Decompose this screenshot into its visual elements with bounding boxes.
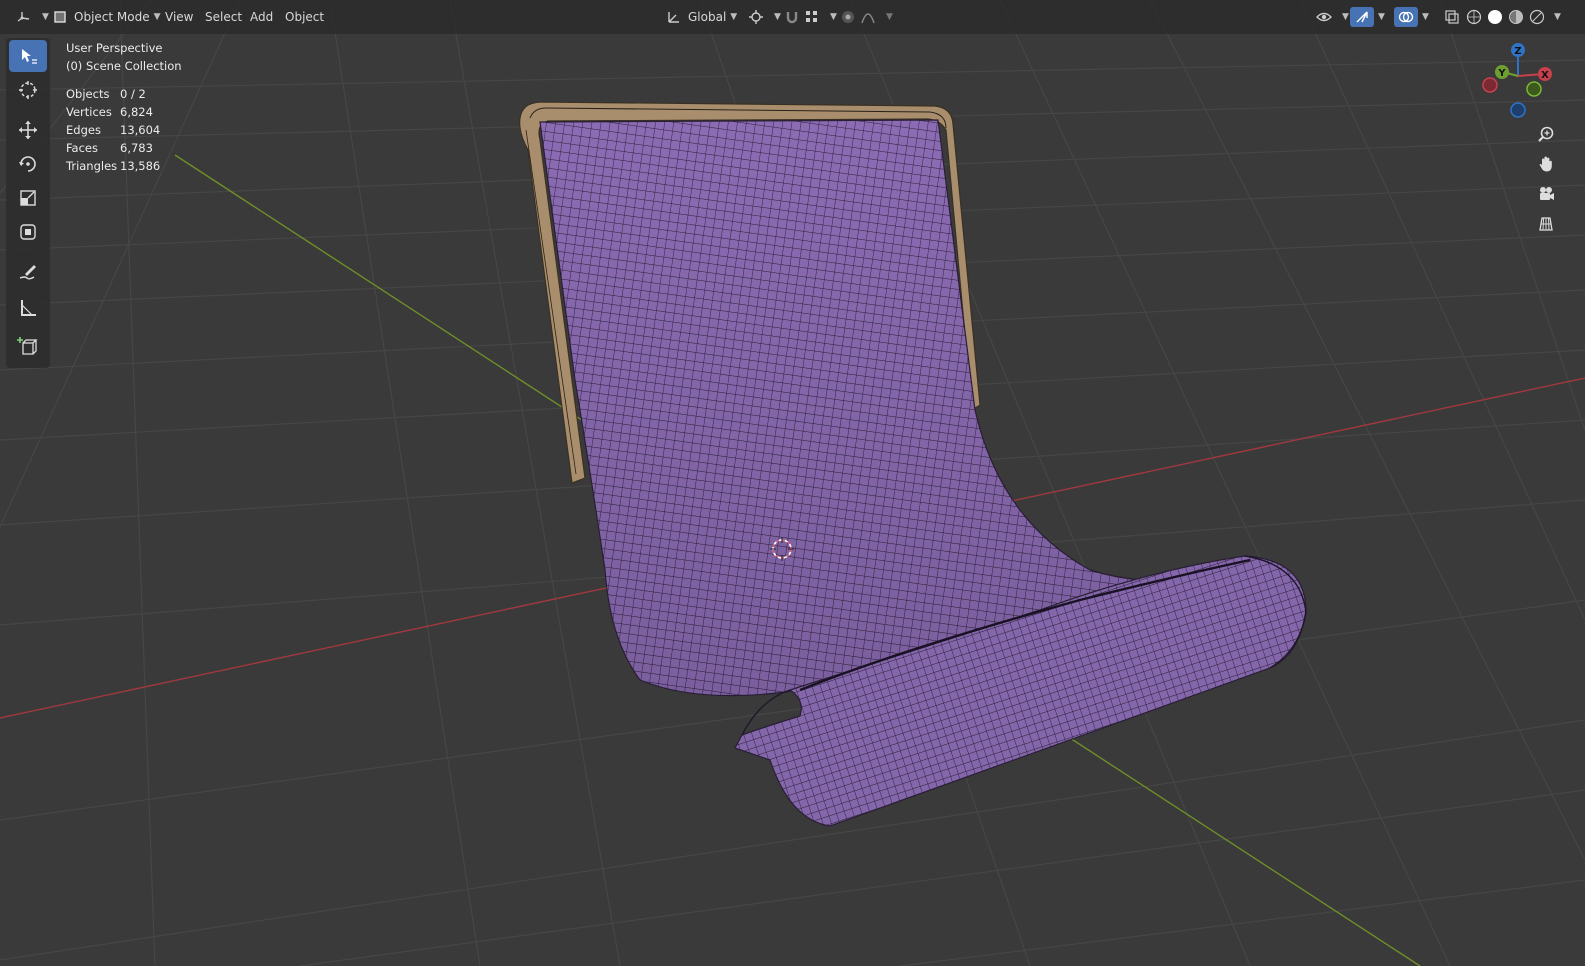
scale-icon [20,190,36,206]
move-icon [19,121,37,139]
add-cube-icon [17,337,38,355]
eye-visibility-icon [1316,12,1332,22]
stat-label: Objects [66,87,110,101]
chevron-down-icon: ▼ [1378,12,1385,22]
orthographic-toggle-button[interactable] [1531,210,1561,238]
falloff-dropdown[interactable]: ▼ [856,7,897,27]
transform-tool[interactable] [9,216,47,248]
proportional-editing-icon [842,11,854,23]
overlay-dropdown[interactable]: ▼ [1418,7,1429,27]
stat-row-edges: Edges 13,604 [66,121,182,139]
3d-viewport[interactable] [0,0,1585,966]
stat-value: 13,586 [120,159,161,173]
mode-dropdown[interactable]: Object Mode ▼ [48,7,165,27]
stat-row-triangles: Triangles 13,586 [66,157,182,175]
stat-row-faces: Faces 6,783 [66,139,182,157]
select-box-icon [22,49,37,64]
viewport-info-overlay: User Perspective (0) Scene Collection Ob… [66,39,182,175]
neg-z-axis-handle[interactable] [1510,102,1526,118]
viewport-canvas[interactable] [0,0,1585,966]
stat-label: Faces [66,141,98,155]
rotate-tool[interactable] [9,148,47,180]
overlay-toggle[interactable] [1394,7,1418,27]
stat-row-vertices: Vertices 6,824 [66,103,182,121]
orientation-label: Global [688,10,727,24]
3d-viewport-icon [17,12,30,22]
menu-add[interactable]: Add [243,7,280,27]
falloff-curve-icon [861,13,875,24]
stat-label: Vertices [66,105,112,119]
solid-shading-icon[interactable] [1487,9,1503,25]
stat-label: Triangles [66,159,118,173]
cursor-icon [19,81,37,99]
stat-value: 13,604 [120,123,161,137]
editor-type-selector[interactable]: ▼ [12,7,53,27]
camera-view-icon [1540,187,1554,200]
viewport-header: ▼ Object Mode ▼ View Select Add Object G… [0,0,1585,34]
overlay-icon [1398,11,1414,23]
pan-hand-icon [1539,156,1552,172]
xray-toggle-icon [1445,10,1459,24]
scene-statistics: Objects 0 / 2 Vertices 6,824 Edges 13,60… [66,85,182,175]
transform-icon [20,224,36,240]
move-tool[interactable] [9,114,47,146]
snap-magnet-icon [786,12,798,24]
measure-tool[interactable] [9,292,47,324]
transform-orientation-dropdown[interactable]: Global ▼ [662,7,741,27]
chevron-down-icon[interactable]: ▼ [1554,12,1561,22]
wireframe-shading-icon[interactable] [1466,9,1482,25]
tool-shelf [6,38,50,368]
neg-y-axis-handle[interactable] [1526,81,1542,97]
menu-select[interactable]: Select [198,7,249,27]
pivot-point-icon [749,10,763,24]
z-axis-label: Z [1514,46,1521,57]
annotate-tool[interactable] [9,256,47,288]
stat-label: Edges [66,123,101,137]
chevron-down-icon: ▼ [730,12,738,22]
pivot-point-dropdown[interactable]: ▼ [744,7,785,27]
measure-icon [21,300,36,316]
stat-value: 6,824 [120,105,153,119]
camera-view-button[interactable] [1531,180,1561,208]
y-axis-label: Y [1497,68,1506,79]
x-axis-label: X [1541,70,1549,81]
object-visibility-dropdown[interactable]: ▼ [1312,7,1353,27]
stat-value: 0 / 2 [120,87,146,101]
rotate-icon [19,156,36,172]
menu-object[interactable]: Object [278,7,331,27]
menu-view[interactable]: View [158,7,200,27]
gizmo-dropdown[interactable]: ▼ [1374,7,1385,27]
gizmo-toggle[interactable] [1350,7,1374,27]
zoom-icon [1538,126,1554,142]
orientation-global-icon [668,12,679,23]
snap-increment-icon [806,11,817,22]
add-cube-tool[interactable] [9,330,47,362]
select-box-tool[interactable] [9,40,47,72]
neg-x-axis-handle[interactable] [1482,77,1498,93]
stat-value: 6,783 [120,141,153,155]
navigation-gizmo[interactable]: Z X Y [1470,38,1566,128]
scale-tool[interactable] [9,182,47,214]
3d-cursor-icon [770,537,794,561]
shading-mode-group: ▼ [1466,7,1561,27]
rendered-shading-icon[interactable] [1529,9,1545,25]
stat-row-objects: Objects 0 / 2 [66,85,182,103]
material-shading-icon[interactable] [1508,9,1524,25]
orthographic-grid-icon [1539,217,1553,231]
object-mode-icon [54,11,66,23]
chevron-down-icon: ▼ [1342,12,1349,22]
mode-label: Object Mode [74,10,150,24]
zoom-button[interactable] [1531,120,1561,148]
collection-name: (0) Scene Collection [66,59,182,73]
pan-button[interactable] [1531,150,1561,178]
chevron-down-icon: ▼ [1422,12,1429,22]
cursor-tool[interactable] [9,74,47,106]
snap-increment-dropdown[interactable]: ▼ [800,7,841,27]
view-name: User Perspective [66,41,163,55]
gizmo-icon [1356,11,1368,23]
chevron-down-icon: ▼ [886,12,893,22]
annotate-icon [19,265,36,280]
xray-toggle[interactable] [1440,7,1464,27]
